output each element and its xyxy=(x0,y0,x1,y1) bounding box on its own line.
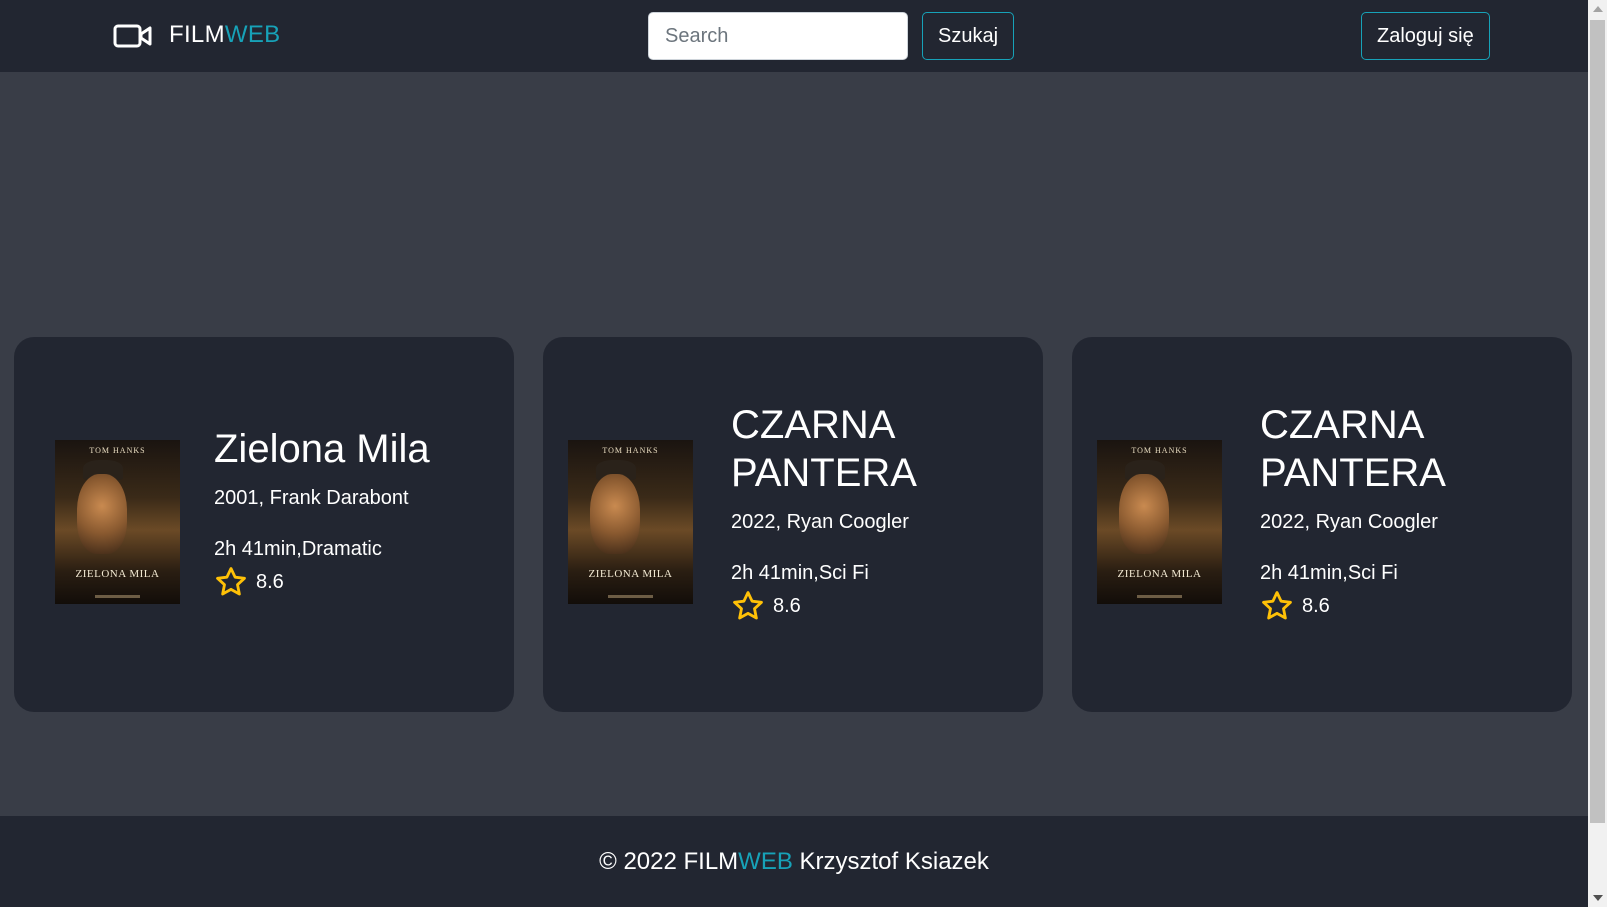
footer-copyright: © 2022 FILMWEB Krzysztof Ksiazek xyxy=(599,847,989,875)
scroll-up-arrow-icon[interactable] xyxy=(1593,6,1603,12)
movie-rating: 8.6 xyxy=(214,565,494,599)
movie-card[interactable]: TOM HANKS ZIELONA MILA Zielona Mila 2001… xyxy=(14,337,514,712)
footer: © 2022 FILMWEB Krzysztof Ksiazek xyxy=(0,816,1588,907)
star-outline-icon xyxy=(1262,591,1292,620)
rating-value: 8.6 xyxy=(1302,594,1330,617)
movie-card[interactable]: TOM HANKS ZIELONA MILA CZARNA PANTERA 20… xyxy=(1072,337,1572,712)
movie-rating: 8.6 xyxy=(731,589,1021,623)
movie-title[interactable]: CZARNA PANTERA xyxy=(731,401,1021,497)
movie-poster: TOM HANKS ZIELONA MILA xyxy=(1097,440,1222,604)
login-button[interactable]: Zaloguj się xyxy=(1361,12,1490,60)
movie-list: TOM HANKS ZIELONA MILA Zielona Mila 2001… xyxy=(14,337,1572,712)
movie-title[interactable]: Zielona Mila xyxy=(214,425,494,473)
movie-year-director: 2022, Ryan Coogler xyxy=(1260,511,1438,533)
movie-title[interactable]: CZARNA PANTERA xyxy=(1260,401,1550,497)
search-input[interactable] xyxy=(648,12,908,60)
search-form: Szukaj xyxy=(648,12,1015,60)
search-button[interactable]: Szukaj xyxy=(922,12,1015,60)
movie-poster: TOM HANKS ZIELONA MILA xyxy=(55,440,180,604)
star-outline-icon xyxy=(733,591,763,620)
scrollbar-thumb[interactable] xyxy=(1590,20,1605,823)
movie-poster: TOM HANKS ZIELONA MILA xyxy=(568,440,693,604)
movie-duration-genre: 2h 41min,Sci Fi xyxy=(731,562,869,584)
movie-card[interactable]: TOM HANKS ZIELONA MILA CZARNA PANTERA 20… xyxy=(543,337,1043,712)
movie-rating: 8.6 xyxy=(1260,589,1550,623)
navbar: FILMWEB Szukaj Zaloguj się xyxy=(0,0,1588,72)
video-camera-icon xyxy=(113,24,152,48)
scroll-down-arrow-icon[interactable] xyxy=(1593,895,1603,901)
brand-logo-link[interactable]: FILMWEB xyxy=(113,20,280,50)
rating-value: 8.6 xyxy=(773,594,801,617)
star-outline-icon xyxy=(216,567,246,596)
movie-duration-genre: 2h 41min,Dramatic xyxy=(214,538,382,560)
movie-year-director: 2022, Ryan Coogler xyxy=(731,511,909,533)
brand-text: FILMWEB xyxy=(169,21,281,48)
movie-year-director: 2001, Frank Darabont xyxy=(214,487,409,509)
rating-value: 8.6 xyxy=(256,570,284,593)
movie-duration-genre: 2h 41min,Sci Fi xyxy=(1260,562,1398,584)
vertical-scrollbar[interactable] xyxy=(1588,0,1607,907)
